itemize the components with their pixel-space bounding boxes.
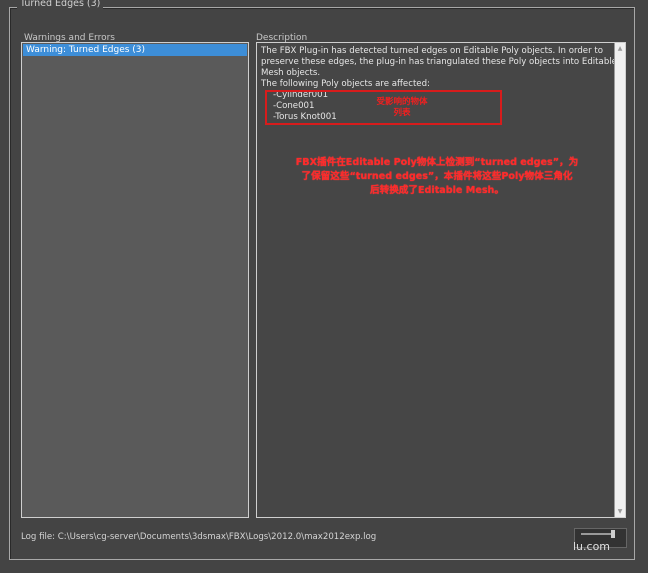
annotation-line: 了保留这些“turned edges”，本插件将这些Poly物体三角化 xyxy=(301,171,573,182)
annotation-line: FBX插件在Editable Poly物体上检测到“turned edges”，… xyxy=(295,157,579,168)
grip-knob xyxy=(611,530,615,538)
description-scrollbar[interactable]: ▲ ▼ xyxy=(614,43,625,517)
description-line: The following Poly objects are affected: xyxy=(261,79,430,89)
log-file-path: Log file: C:\Users\cg-server\Documents\3… xyxy=(21,532,377,542)
annotation-highlight-box: 受影响的物体 列表 xyxy=(265,90,502,125)
annotation-line: 后转换成了Editable Mesh。 xyxy=(370,185,504,196)
description-textbox[interactable]: The FBX Plug-in has detected turned edge… xyxy=(256,42,626,518)
scroll-up-arrow-icon[interactable]: ▲ xyxy=(615,43,625,54)
grip-bar xyxy=(581,533,611,535)
fbx-export-warnings-dialog: Turned Edges (3) Warnings and Errors Des… xyxy=(0,0,648,573)
annotation-line: 受影响的物体 xyxy=(376,97,428,107)
watermark-logo: lu.com xyxy=(573,540,611,553)
groupbox-title: Turned Edges (3) xyxy=(17,0,104,9)
list-item-turned-edges-warning[interactable]: Warning: Turned Edges (3) xyxy=(23,44,247,56)
description-line: preserve these edges, the plug-in has tr… xyxy=(261,57,617,67)
description-line: The FBX Plug-in has detected turned edge… xyxy=(261,46,603,56)
annotation-explanation: FBX插件在Editable Poly物体上检测到“turned edges”，… xyxy=(263,156,611,198)
scroll-down-arrow-icon[interactable]: ▼ xyxy=(615,506,625,517)
warnings-list[interactable]: Warning: Turned Edges (3) xyxy=(21,42,249,518)
description-line: Mesh objects. xyxy=(261,68,321,78)
annotation-affected-list: 受影响的物体 列表 xyxy=(367,97,437,119)
annotation-line: 列表 xyxy=(393,108,411,118)
